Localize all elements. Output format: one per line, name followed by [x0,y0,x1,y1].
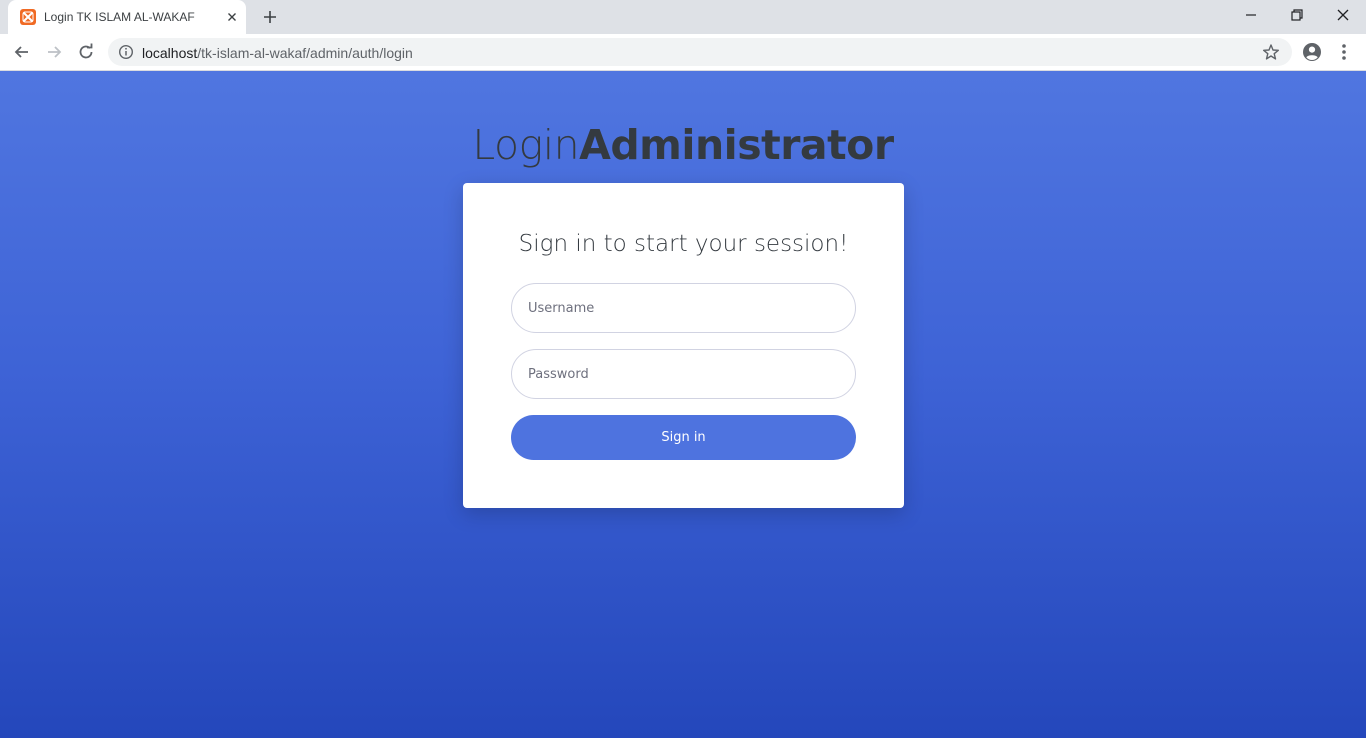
password-input[interactable] [511,349,856,399]
minimize-icon[interactable] [1241,5,1261,25]
restore-icon[interactable] [1287,5,1307,25]
page-background: LoginAdministrator Sign in to start your… [0,71,1366,738]
tab-title: Login TK ISLAM AL-WAKAF [44,10,195,24]
xampp-icon [20,9,36,25]
bookmark-star-icon[interactable] [1262,43,1280,61]
profile-icon[interactable] [1302,42,1322,62]
page-title-bold: Administrator [579,121,894,169]
card-title: Sign in to start your session! [518,231,849,257]
login-card: Sign in to start your session! Sign in [463,183,904,508]
kebab-menu-icon[interactable] [1336,42,1352,62]
address-bar[interactable]: localhost/tk-islam-al-wakaf/admin/auth/l… [108,38,1292,66]
page-title-light: Login [472,121,580,169]
browser-tab[interactable]: Login TK ISLAM AL-WAKAF [8,0,246,34]
page-title: LoginAdministrator [0,121,1366,169]
forward-icon[interactable] [44,42,64,62]
back-icon[interactable] [12,42,32,62]
browser-toolbar: localhost/tk-islam-al-wakaf/admin/auth/l… [0,34,1366,71]
new-tab-icon[interactable] [260,7,280,27]
reload-icon[interactable] [76,42,96,62]
close-tab-icon[interactable] [224,9,240,25]
url-text: localhost/tk-islam-al-wakaf/admin/auth/l… [142,45,413,61]
username-input[interactable] [511,283,856,333]
info-icon[interactable] [118,44,134,60]
close-window-icon[interactable] [1333,5,1353,25]
sign-in-button[interactable]: Sign in [511,415,856,460]
browser-tab-strip: Login TK ISLAM AL-WAKAF [0,0,1366,34]
